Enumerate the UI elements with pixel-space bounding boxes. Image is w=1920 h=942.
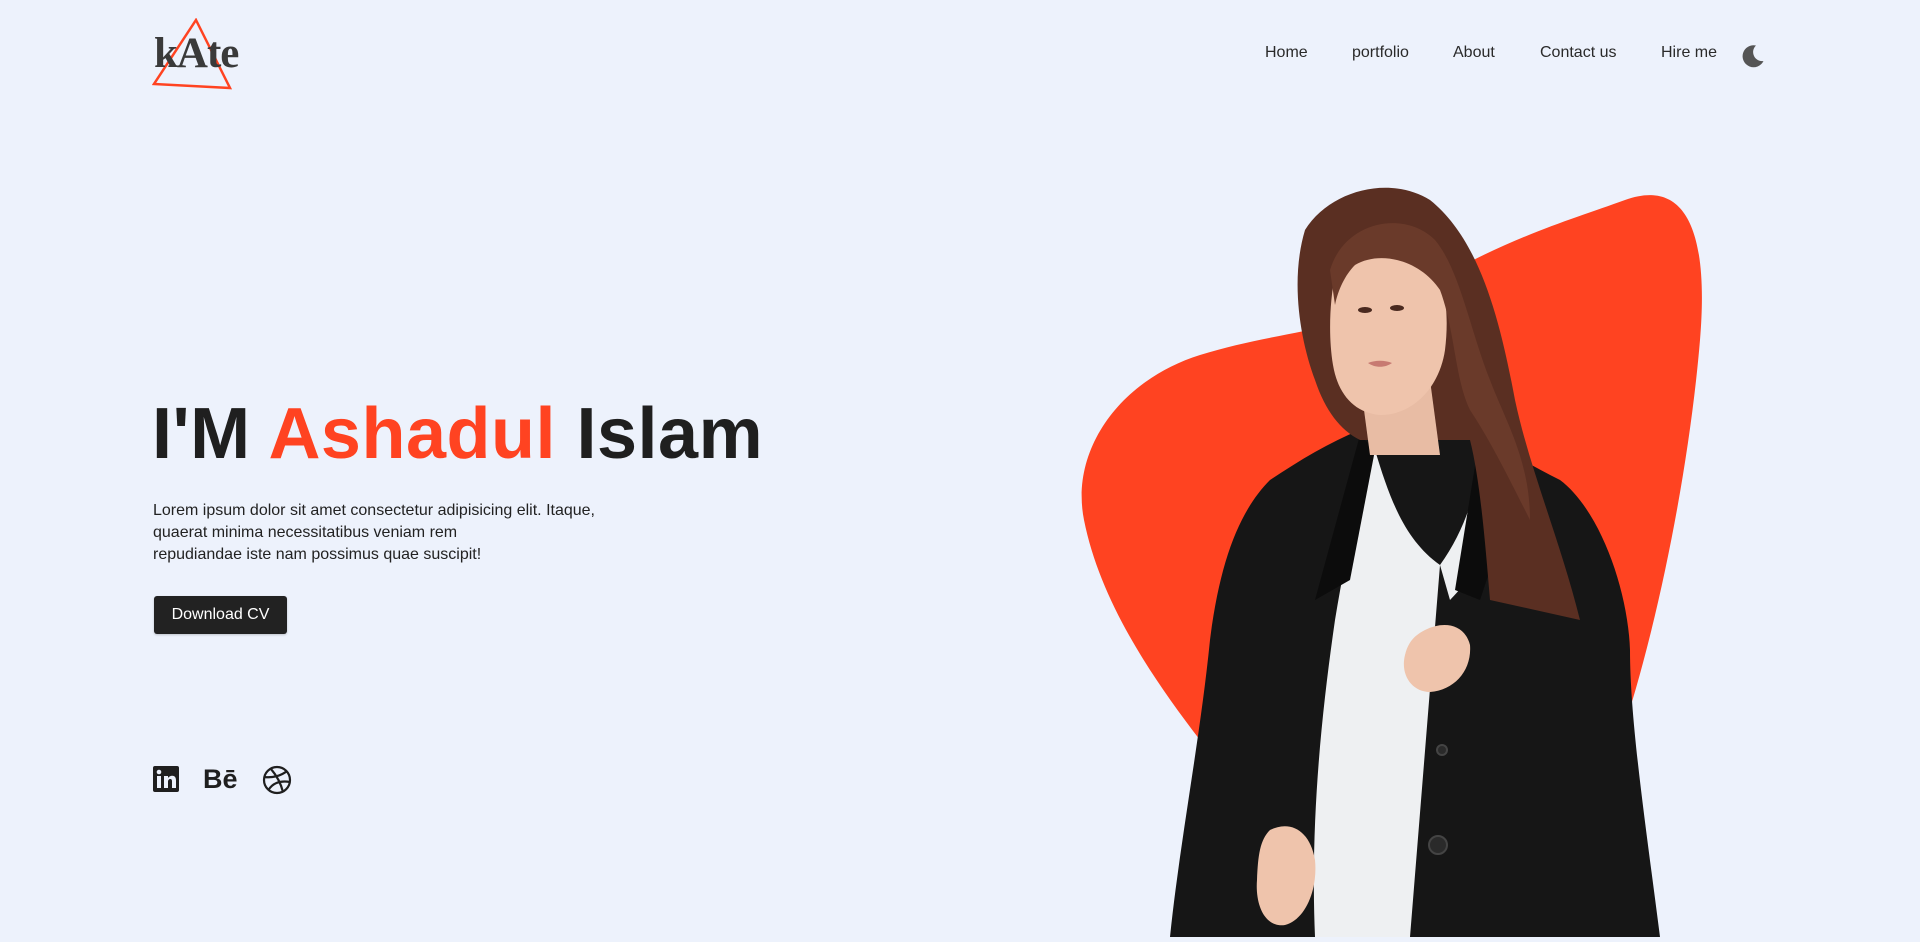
hero-title-suffix: Islam [555, 394, 764, 474]
linkedin-icon[interactable] [153, 766, 179, 797]
download-cv-button[interactable]: Download CV [154, 596, 287, 634]
hero-portrait-image [1081, 187, 1702, 937]
nav-about[interactable]: About [1453, 44, 1495, 62]
moon-icon [1742, 45, 1764, 68]
nav-home[interactable]: Home [1265, 44, 1308, 62]
hero-description-line: repudiandae iste nam possimus quae susci… [153, 546, 482, 563]
dribbble-icon[interactable] [262, 765, 292, 800]
main-nav: Home portfolio About Contact us Hire me [0, 44, 1920, 68]
nav-contact[interactable]: Contact us [1540, 44, 1616, 62]
hero-illustration [1060, 180, 1760, 937]
hero-description-line: Lorem ipsum dolor sit amet consectetur a… [153, 502, 595, 519]
hero-description: Lorem ipsum dolor sit amet consectetur a… [153, 500, 623, 566]
hero-title-prefix: I'M [152, 394, 269, 474]
nav-hire-me[interactable]: Hire me [1661, 44, 1717, 62]
theme-toggle[interactable] [1739, 43, 1765, 69]
behance-icon[interactable]: Bē [203, 764, 238, 794]
hero-description-line: quaerat minima necessitatibus veniam rem [153, 524, 458, 541]
hero-title: I'M Ashadul Islam [152, 398, 763, 470]
hero-title-highlight: Ashadul [268, 394, 556, 474]
nav-portfolio[interactable]: portfolio [1352, 44, 1409, 62]
